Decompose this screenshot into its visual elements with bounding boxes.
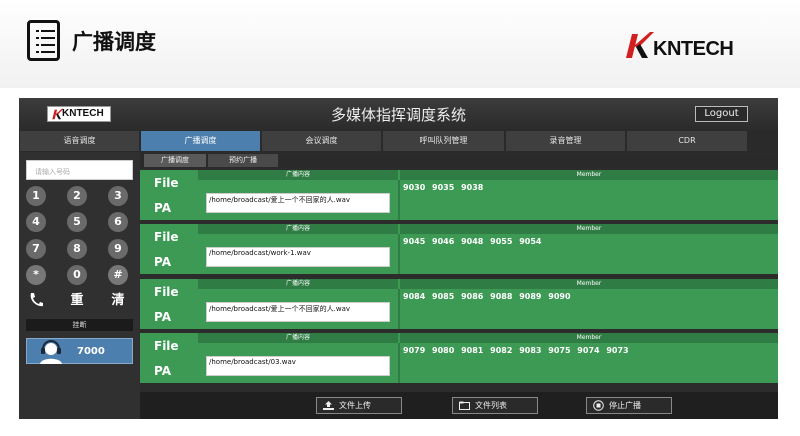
content-header: 广播内容 (198, 170, 398, 180)
menu-list-icon[interactable] (27, 20, 60, 61)
tab-broadcast-dispatch[interactable]: 广播调度 (141, 131, 260, 151)
file-label: File (154, 339, 179, 353)
column-divider (398, 234, 400, 274)
pa-label: PA (154, 255, 171, 269)
tab-voice-dispatch[interactable]: 语音调度 (20, 131, 139, 151)
footer-toolbar: 文件上传 文件列表 停止广播 (140, 392, 778, 419)
file-list-label: 文件列表 (475, 401, 507, 410)
tab-cdr[interactable]: CDR (627, 131, 747, 151)
file-upload-label: 文件上传 (339, 401, 371, 410)
main-nav: 语音调度 广播调度 会议调度 呼叫队列管理 录音管理 CDR (19, 130, 778, 152)
key-star[interactable]: * (26, 265, 46, 285)
key-8[interactable]: 8 (67, 239, 87, 259)
pa-label: PA (154, 201, 171, 215)
pa-label: PA (154, 310, 171, 324)
file-label: File (154, 176, 179, 190)
logout-button[interactable]: Logout (695, 106, 748, 122)
file-label: File (154, 285, 179, 299)
top-banner: 广播调度 KNTECH (0, 0, 800, 88)
app-header: KNTECH 多媒体指挥调度系统 Logout (19, 98, 778, 130)
broadcast-row: File PA 广播内容 Member /home/broadcast/work… (140, 224, 778, 274)
file-label: File (154, 230, 179, 244)
broadcast-file-field[interactable]: /home/broadcast/03.wav (206, 356, 390, 376)
member-list: 9079 9080 9081 9082 9083 9075 9074 9073 (403, 346, 629, 355)
column-divider (398, 180, 400, 220)
column-divider (398, 289, 400, 329)
tab-recording[interactable]: 录音管理 (506, 131, 625, 151)
content-header: 广播内容 (198, 224, 398, 234)
operator-headset-icon (40, 340, 62, 364)
member-list: 9030 9035 9038 (403, 183, 484, 192)
key-4[interactable]: 4 (26, 212, 46, 232)
broadcast-list: File PA 广播内容 Member /home/broadcast/爱上一个… (140, 170, 778, 392)
content-header: 广播内容 (198, 333, 398, 343)
app-window: KNTECH 多媒体指挥调度系统 Logout 语音调度 广播调度 会议调度 呼… (19, 98, 778, 419)
member-list: 9045 9046 9048 9055 9054 (403, 237, 542, 246)
pa-label: PA (154, 364, 171, 378)
tab-conference-dispatch[interactable]: 会议调度 (262, 131, 381, 151)
content-header: 广播内容 (198, 279, 398, 289)
operator-extension: 7000 (77, 346, 105, 357)
phone-icon[interactable] (28, 292, 44, 308)
file-upload-button[interactable]: 文件上传 (316, 397, 402, 414)
key-2[interactable]: 2 (67, 186, 87, 206)
subtab-scheduled-broadcast[interactable]: 预约广播 (208, 154, 278, 167)
broadcast-row: File PA 广播内容 Member /home/broadcast/03.w… (140, 333, 778, 383)
stop-broadcast-button[interactable]: 停止广播 (586, 397, 672, 414)
key-5[interactable]: 5 (67, 212, 87, 232)
key-3[interactable]: 3 (108, 186, 128, 206)
member-header: Member (400, 170, 778, 180)
app-title: 多媒体指挥调度系统 (330, 106, 466, 124)
brand-name: KNTECH (653, 38, 734, 60)
member-list: 9084 9085 9086 9088 9089 9090 (403, 292, 571, 301)
kntech-k-icon (626, 32, 654, 58)
tab-call-queue[interactable]: 呼叫队列管理 (383, 131, 504, 151)
broadcast-file-field[interactable]: /home/broadcast/爱上一个不回家的人.wav (206, 193, 390, 213)
brand-logo: KNTECH (624, 30, 734, 64)
column-divider (398, 343, 400, 383)
hangup-button[interactable]: 挂断 (26, 319, 133, 331)
file-list-button[interactable]: 文件列表 (452, 397, 538, 414)
key-6[interactable]: 6 (108, 212, 128, 232)
dialer-panel: 请输入号码 1 2 3 4 5 6 7 8 9 * 0 # 重 清 挂断 700… (19, 152, 140, 419)
broadcast-file-field[interactable]: /home/broadcast/爱上一个不回家的人.wav (206, 302, 390, 322)
upload-icon (323, 401, 334, 410)
member-header: Member (400, 279, 778, 289)
folder-icon (459, 401, 470, 410)
key-9[interactable]: 9 (108, 239, 128, 259)
stop-broadcast-label: 停止广播 (609, 401, 641, 410)
broadcast-file-field[interactable]: /home/broadcast/work-1.wav (206, 247, 390, 267)
redial-button[interactable]: 重 (67, 291, 87, 311)
number-input[interactable]: 请输入号码 (26, 160, 133, 180)
broadcast-row: File PA 广播内容 Member /home/broadcast/爱上一个… (140, 170, 778, 220)
operator-card[interactable]: 7000 (26, 338, 133, 364)
key-7[interactable]: 7 (26, 239, 46, 259)
key-1[interactable]: 1 (26, 186, 46, 206)
member-header: Member (400, 333, 778, 343)
page-title: 广播调度 (72, 30, 156, 54)
key-hash[interactable]: # (108, 265, 128, 285)
key-0[interactable]: 0 (67, 265, 87, 285)
subtab-broadcast[interactable]: 广播调度 (144, 154, 206, 167)
member-header: Member (400, 224, 778, 234)
sub-tabs: 广播调度 预约广播 (140, 153, 778, 168)
stop-icon (593, 400, 604, 411)
broadcast-row: File PA 广播内容 Member /home/broadcast/爱上一个… (140, 279, 778, 329)
clear-button[interactable]: 清 (108, 291, 128, 311)
